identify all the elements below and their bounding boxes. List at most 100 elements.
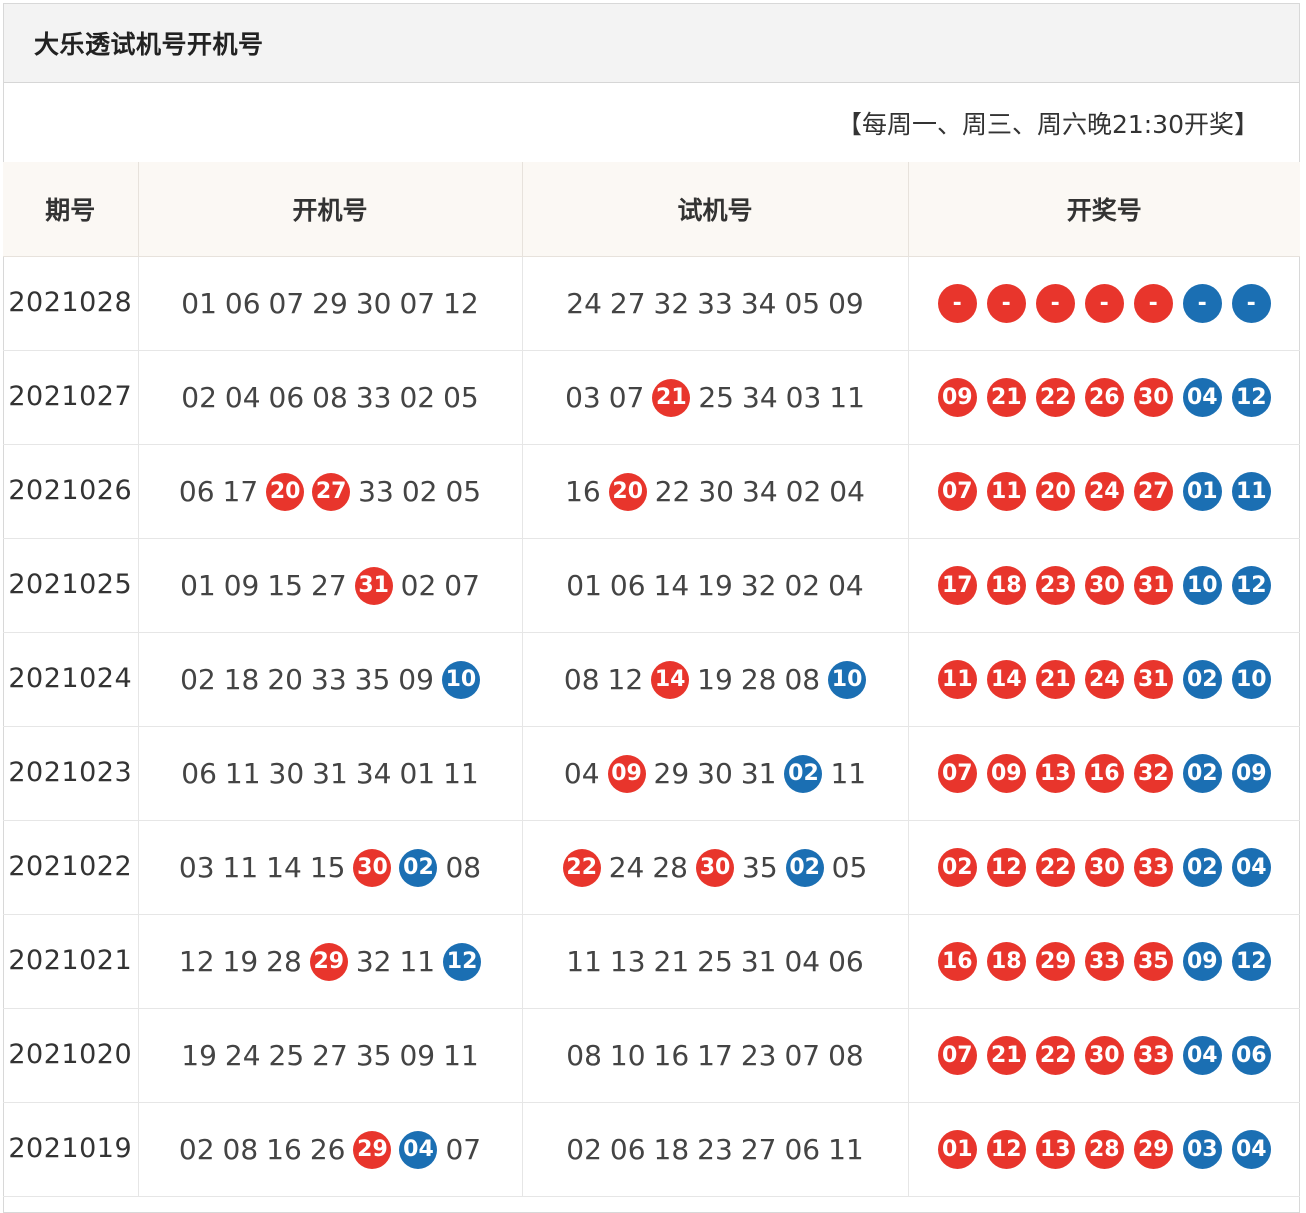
number: 34 [355, 757, 392, 790]
red-ball: 21 [986, 378, 1026, 417]
number: 24 [608, 851, 645, 884]
issue-number: 2021019 [3, 1102, 139, 1197]
number: 03 [178, 851, 215, 884]
red-ball: 18 [986, 942, 1026, 981]
number: 11 [830, 757, 867, 790]
number: 12 [178, 945, 215, 978]
blue-ball: 06 [1231, 1036, 1271, 1075]
number: 07 [399, 287, 436, 320]
number: 04 [784, 945, 821, 978]
number: 27 [312, 1039, 348, 1072]
number: 16 [653, 1039, 690, 1072]
blue-ball: 10 [1182, 566, 1222, 605]
number: 17 [697, 1039, 733, 1072]
number: 04 [563, 757, 600, 790]
red-ball: 09 [607, 754, 646, 793]
blue-ball: 11 [1231, 472, 1271, 511]
number: 32 [740, 569, 777, 602]
red-ball: 21 [1035, 660, 1075, 699]
number: 02 [784, 569, 821, 602]
draw-number-cell: ------- [908, 256, 1300, 351]
red-ball: 07 [937, 754, 977, 793]
number: 11 [222, 851, 259, 884]
trial-number-cell: 01 06 14 19 32 02 04 [522, 538, 909, 633]
number: 19 [697, 569, 733, 602]
red-ball: 09 [937, 378, 977, 417]
number: 31 [740, 945, 777, 978]
number: 34 [742, 475, 778, 508]
table-row: 2021024 02 18 20 33 35 09 10 08 12 14 19 28 08 10 11 14 2… [3, 632, 1300, 727]
trial-number-cell: 02 06 18 23 27 06 11 [522, 1102, 909, 1197]
number: 25 [268, 1039, 305, 1072]
red-ball: 29 [353, 1130, 392, 1169]
trial-number-cell: 04 09 29 30 31 02 11 [522, 726, 909, 821]
number: 27 [740, 1133, 777, 1166]
table-row: 2021027 02 04 06 08 33 02 05 03 07 21 25 34 03 11 09 21 2… [3, 350, 1300, 445]
red-ball: 24 [1084, 660, 1124, 699]
draw-schedule-notice: 【每周一、周三、周六晚21:30开奖】 [836, 109, 1259, 139]
red-ball: 29 [1035, 942, 1075, 981]
blue-ball: 02 [784, 754, 823, 793]
blue-ball: 12 [443, 942, 482, 981]
number: 07 [445, 1133, 482, 1166]
number: 31 [740, 757, 777, 790]
blue-ball: 04 [399, 1130, 438, 1169]
red-ball: 27 [312, 472, 351, 511]
red-ball: 18 [986, 566, 1026, 605]
open-number-cell: 06 11 30 31 34 01 11 [138, 726, 523, 821]
red-ball: 31 [354, 566, 393, 605]
number: 02 [399, 381, 436, 414]
issue-number: 2021025 [3, 538, 139, 633]
red-ball: 30 [1133, 378, 1173, 417]
trial-number-cell: 03 07 21 25 34 03 11 [522, 350, 909, 445]
number: 06 [178, 475, 215, 508]
number: 33 [355, 381, 392, 414]
draw-number-cell: 07 11 20 24 27 01 11 [908, 444, 1300, 539]
number: 02 [785, 475, 822, 508]
red-ball: 29 [1133, 1130, 1173, 1169]
open-number-cell: 19 24 25 27 35 09 11 [138, 1008, 523, 1103]
number: 23 [697, 1133, 733, 1166]
number: 06 [609, 1133, 646, 1166]
number: 33 [697, 287, 733, 320]
number: 05 [831, 851, 868, 884]
number: 06 [828, 945, 864, 978]
number: 01 [399, 757, 436, 790]
number: 05 [784, 287, 821, 320]
red-ball: 17 [937, 566, 977, 605]
blue-ball: 04 [1182, 378, 1222, 417]
number: 18 [653, 1133, 690, 1166]
number: 13 [609, 945, 646, 978]
number: 29 [653, 757, 690, 790]
number: 14 [266, 851, 302, 884]
number: 11 [399, 945, 436, 978]
number: 08 [445, 851, 482, 884]
number: 28 [266, 945, 302, 978]
number: 35 [742, 851, 778, 884]
number: 30 [697, 757, 733, 790]
number: 02 [401, 475, 438, 508]
draw-number-cell: 02 12 22 30 33 02 04 [908, 820, 1300, 915]
number: 07 [784, 1039, 821, 1072]
red-ball: - [986, 284, 1026, 323]
number: 17 [222, 475, 259, 508]
blue-ball: 01 [1182, 472, 1222, 511]
number: 05 [445, 475, 482, 508]
red-ball: 33 [1133, 1036, 1173, 1075]
issue-number: 2021020 [3, 1008, 139, 1103]
issue-number: 2021023 [3, 726, 139, 821]
number: 32 [355, 945, 392, 978]
issue-number: 2021021 [3, 914, 139, 1009]
number: 06 [268, 381, 305, 414]
blue-ball: 10 [441, 660, 480, 699]
issue-number: 2021022 [3, 820, 139, 915]
draw-number-cell: 07 09 13 16 32 02 09 [908, 726, 1300, 821]
number: 30 [355, 287, 392, 320]
red-ball: 33 [1084, 942, 1124, 981]
number: 11 [829, 381, 865, 414]
red-ball: 07 [937, 1036, 977, 1075]
number: 11 [443, 757, 479, 790]
number: 16 [266, 1133, 302, 1166]
red-ball: 22 [1035, 1036, 1075, 1075]
number: 21 [653, 945, 690, 978]
